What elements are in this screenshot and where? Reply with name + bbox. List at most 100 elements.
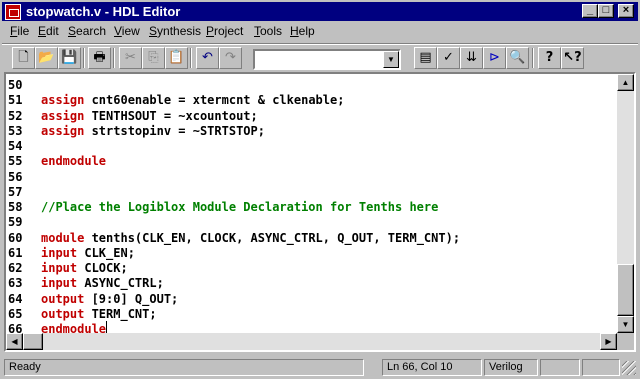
maximize-button[interactable]: □ <box>598 4 614 18</box>
code-line[interactable]: 64 output [9:0] Q_OUT; <box>6 291 617 307</box>
scrollbar-corner <box>617 333 634 350</box>
chevron-down-icon[interactable]: ▼ <box>383 51 399 68</box>
check-syntax-button[interactable]: ✓ <box>437 47 460 69</box>
code-line[interactable]: 56 <box>6 169 617 185</box>
menu-file[interactable]: File <box>10 24 29 38</box>
line-text: assign TENTHSOUT = ~xcountout; <box>41 108 258 124</box>
code-line[interactable]: 66 endmodule <box>6 321 617 333</box>
app-icon[interactable] <box>5 4 21 20</box>
keyword-token: output <box>41 291 85 306</box>
code-line[interactable]: 63 input ASYNC_CTRL; <box>6 275 617 291</box>
scroll-left-icon[interactable]: ◀ <box>6 333 23 350</box>
find-button[interactable]: 🔍 <box>506 47 529 69</box>
line-number: 66 <box>8 322 23 333</box>
code-token: ASYNC_CTRL; <box>77 276 164 291</box>
menu-help[interactable]: Help <box>290 24 315 38</box>
menu-edit[interactable]: Edit <box>38 24 59 38</box>
hdl-editor-window: stopwatch.v - HDL Editor _ □ × File Edit… <box>0 0 640 379</box>
code-editor[interactable]: 50 51 assign cnt60enable = xtermcnt & clke… <box>4 72 636 352</box>
title-bar[interactable]: stopwatch.v - HDL Editor _ □ × <box>2 2 638 21</box>
keyword-token: output <box>41 306 85 321</box>
line-number: 59 <box>8 215 23 230</box>
menu-search[interactable]: Search <box>68 24 106 38</box>
menu-bar: File Edit Search View Synthesis Project … <box>2 21 638 41</box>
keyword-token: input <box>41 245 78 260</box>
toolbar-separator <box>532 48 534 68</box>
keyword-token: input <box>41 261 78 275</box>
print-button[interactable]: 🖶 <box>88 47 111 69</box>
line-number: 57 <box>8 184 23 199</box>
code-token: [9:0] Q_OUT; <box>84 291 179 306</box>
line-text: endmodule <box>41 153 106 169</box>
scroll-right-icon[interactable]: ▶ <box>600 333 617 350</box>
undo-button[interactable]: ↶ <box>196 47 219 69</box>
open-file-button[interactable]: 📂 <box>35 47 58 69</box>
code-line[interactable]: 57 <box>6 184 617 200</box>
code-area[interactable]: 50 51 assign cnt60enable = xtermcnt & clke… <box>6 74 617 333</box>
new-file-button[interactable]: 🗋 <box>12 47 35 69</box>
save-file-button[interactable]: 💾 <box>58 47 81 69</box>
status-panel-empty <box>540 359 580 376</box>
horizontal-scroll-thumb[interactable] <box>23 333 43 350</box>
minimize-button[interactable]: _ <box>582 4 598 18</box>
code-line[interactable]: 54 <box>6 138 617 154</box>
horizontal-scrollbar[interactable]: ◀ ▶ <box>6 333 617 350</box>
help-button[interactable]: ? <box>538 47 561 69</box>
menu-synthesis[interactable]: Synthesis <box>149 24 201 38</box>
line-number: 58 <box>8 200 23 214</box>
scroll-down-icon[interactable]: ▼ <box>617 316 634 333</box>
line-text: input CLK_EN; <box>41 245 135 261</box>
code-line[interactable]: 53 assign strtstopinv = ~STRTSTOP; <box>6 123 617 139</box>
keyword-token: assign <box>41 108 85 123</box>
line-number: 54 <box>8 139 23 153</box>
line-text: endmodule <box>41 321 108 333</box>
menu-tools[interactable]: Tools <box>254 24 282 38</box>
language-assistant-button[interactable]: ▤ <box>414 47 437 69</box>
status-message: Ready <box>4 359 364 376</box>
code-line[interactable]: 59 <box>6 214 617 230</box>
menu-project[interactable]: Project <box>206 24 243 38</box>
code-line[interactable]: 62 input CLOCK; <box>6 260 617 276</box>
keyword-token: assign <box>41 123 85 138</box>
instantiate-button[interactable]: ⊳ <box>483 47 506 69</box>
synthesize-button[interactable]: ⇊ <box>460 47 483 69</box>
code-line[interactable]: 60 module tenths(CLK_EN, CLOCK, ASYNC_CTR… <box>6 230 617 246</box>
code-token: CLK_EN; <box>77 245 135 260</box>
code-line[interactable]: 55 endmodule <box>6 153 617 169</box>
comment-token: //Place the Logiblox Module Declaration … <box>41 200 439 214</box>
code-line[interactable]: 51 assign cnt60enable = xtermcnt & clkena… <box>6 92 617 108</box>
line-text: input CLOCK; <box>41 260 128 276</box>
line-number: 64 <box>8 291 23 306</box>
vertical-scroll-thumb[interactable] <box>617 264 634 316</box>
code-token: cnt60enable = xtermcnt & clkenable; <box>84 93 345 108</box>
resize-grip-icon[interactable] <box>622 361 636 375</box>
cut-button[interactable]: ✂ <box>119 47 142 69</box>
language-indicator: Verilog <box>484 359 538 376</box>
line-number: 65 <box>8 306 23 321</box>
line-number: 55 <box>8 154 23 169</box>
copy-button[interactable]: ⎘ <box>142 47 165 69</box>
toolbar-combo[interactable]: ▼ <box>253 49 401 70</box>
vertical-scrollbar[interactable]: ▲ ▼ <box>617 74 634 333</box>
code-token: strtstopinv = ~STRTSTOP; <box>84 123 265 138</box>
line-text: output [9:0] Q_OUT; <box>41 291 178 307</box>
close-button[interactable]: × <box>618 4 634 18</box>
redo-button[interactable]: ↷ <box>219 47 242 69</box>
code-line[interactable]: 52 assign TENTHSOUT = ~xcountout; <box>6 108 617 124</box>
toolbar-separator <box>190 48 192 68</box>
code-token: TENTHSOUT = ~xcountout; <box>84 108 258 123</box>
line-number: 61 <box>8 245 23 260</box>
line-number: 50 <box>8 78 23 92</box>
text-cursor <box>106 321 108 333</box>
code-line[interactable]: 65 output TERM_CNT; <box>6 306 617 322</box>
paste-button[interactable]: 📋 <box>165 47 188 69</box>
scroll-up-icon[interactable]: ▲ <box>617 74 634 91</box>
code-line[interactable]: 61 input CLK_EN; <box>6 245 617 261</box>
code-line[interactable]: 50 <box>6 77 617 93</box>
line-number: 52 <box>8 108 23 123</box>
toolbar: 🗋 📂 💾 🖶 ✂ ⎘ 📋 ↶ ↷ ▼ ▤ ✓ ⇊ ⊳ 🔍 ? ↖? <box>2 43 638 71</box>
context-help-button[interactable]: ↖? <box>561 47 584 69</box>
menu-view[interactable]: View <box>114 24 140 38</box>
line-text: //Place the Logiblox Module Declaration … <box>41 199 438 215</box>
code-line[interactable]: 58 //Place the Logiblox Module Declaratio… <box>6 199 617 215</box>
